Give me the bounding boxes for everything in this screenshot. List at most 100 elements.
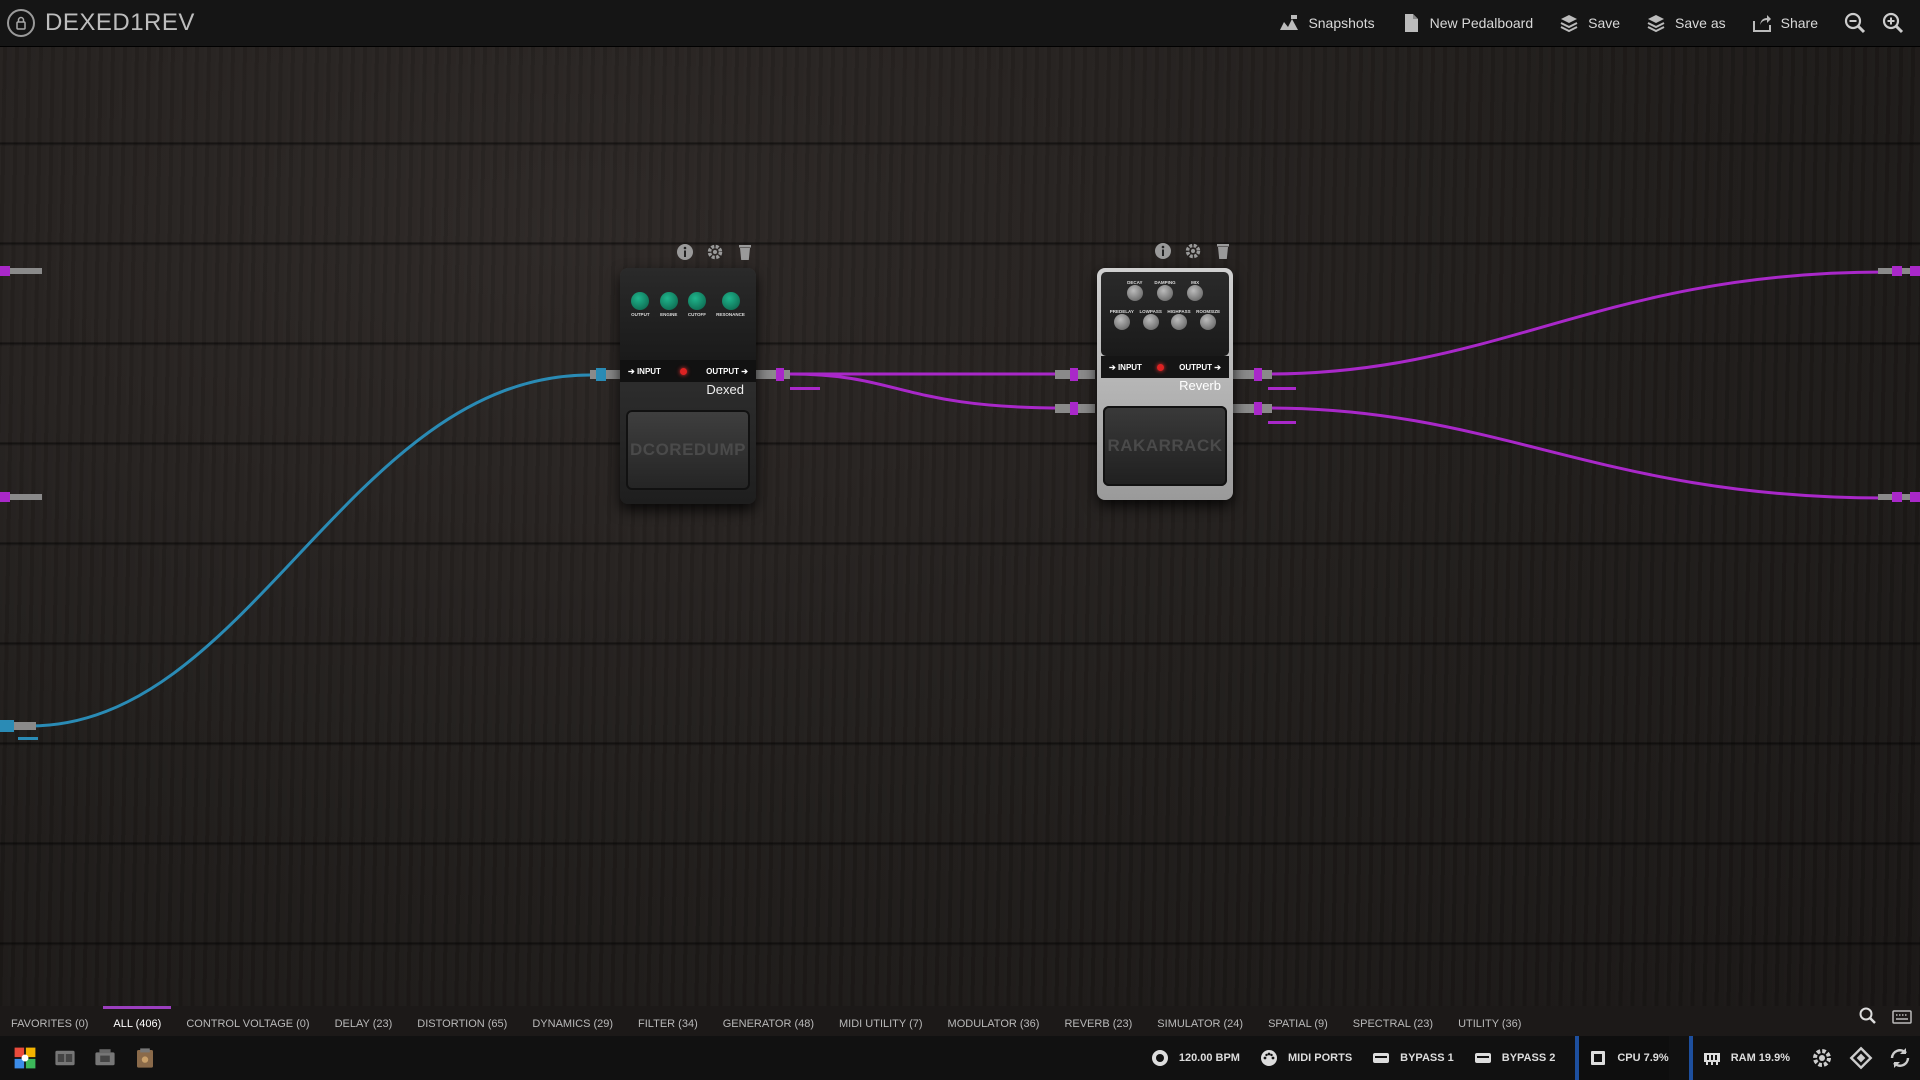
midi-port-icon [1260, 1050, 1277, 1066]
dexed-input-label: ➔ INPUT [628, 366, 661, 376]
reverb-pedal[interactable]: DECAY DAMPING MIX PREDELAY LOWPASS HIGHP… [1097, 268, 1233, 500]
knob-highpass[interactable]: HIGHPASS [1167, 307, 1191, 330]
tempo-control[interactable]: 120.00 BPM [1151, 1036, 1240, 1080]
zoom-in-icon [1882, 12, 1904, 34]
snapshots-button[interactable]: Snapshots [1279, 13, 1375, 33]
reverb-footswitch[interactable]: RAKARRACK [1103, 406, 1227, 486]
ram-icon [1703, 1053, 1720, 1065]
reverb-name: Reverb [1179, 378, 1221, 393]
share-icon [1752, 15, 1771, 32]
knob-cutoff[interactable]: CUTOFF [688, 292, 706, 317]
new-pedalboard-label: New Pedalboard [1429, 15, 1534, 31]
reverb-status-led [1157, 363, 1165, 371]
bypass1-button[interactable]: BYPASS 1 [1372, 1036, 1454, 1080]
keyboard-icon[interactable] [1892, 1010, 1912, 1024]
plugin-store-button[interactable] [10, 1043, 40, 1073]
top-bar: DEXED1REV Snapshots New Pedalboard Save … [0, 0, 1920, 47]
dexed-footswitch[interactable]: DCOREDUMP [626, 410, 750, 490]
tab-delay[interactable]: DELAY (23) [335, 1012, 393, 1030]
reverb-io-row: ➔ INPUT OUTPUT ➔ [1101, 356, 1229, 378]
record-icon [1151, 1050, 1168, 1066]
zoom-out-button[interactable] [1844, 12, 1866, 34]
trash-icon[interactable] [736, 243, 754, 261]
cpu-indicator: CPU 7.9% [1575, 1036, 1669, 1080]
knob-mix[interactable]: MIX [1187, 278, 1204, 301]
pedalboard-library-button[interactable] [50, 1043, 80, 1073]
share-button[interactable]: Share [1752, 13, 1818, 33]
knob-resonance[interactable]: RESONANCE [716, 292, 745, 317]
dexed-name: Dexed [706, 382, 744, 397]
knob-output[interactable]: OUTPUT [631, 292, 650, 317]
zoom-out-icon [1844, 12, 1866, 34]
dexed-status-led [680, 367, 688, 375]
save-as-label: Save as [1675, 15, 1726, 31]
tab-all[interactable]: ALL (406) [103, 1006, 172, 1030]
reverb-knob-panel: DECAY DAMPING MIX PREDELAY LOWPASS HIGHP… [1101, 272, 1229, 356]
midi-ports-button[interactable]: MIDI PORTS [1260, 1036, 1352, 1080]
save-icon [1560, 15, 1578, 33]
zoom-in-button[interactable] [1882, 12, 1904, 34]
knob-lowpass[interactable]: LOWPASS [1139, 307, 1162, 330]
settings-gear-icon[interactable] [1184, 242, 1202, 260]
reverb-brand: RAKARRACK [1107, 436, 1223, 455]
tab-utility[interactable]: UTILITY (36) [1458, 1012, 1521, 1030]
plugin-search-icon[interactable] [1858, 1006, 1878, 1026]
dexed-pedal[interactable]: OUTPUT ENGINE CUTOFF RESONANCE ➔ INPUT O… [620, 268, 756, 504]
save-button[interactable]: Save [1559, 13, 1620, 33]
tab-distortion[interactable]: DISTORTION (65) [417, 1012, 507, 1030]
plugin-category-tabs: FAVORITES (0) ALL (406) CONTROL VOLTAGE … [0, 1006, 1920, 1036]
top-actions: Snapshots New Pedalboard Save Save as Sh… [1279, 0, 1920, 46]
file-manager-button[interactable] [130, 1043, 160, 1073]
bottom-bar: 120.00 BPM MIDI PORTS BYPASS 1 BYPASS 2 … [0, 1036, 1920, 1080]
tab-midi-utility[interactable]: MIDI UTILITY (7) [839, 1012, 923, 1030]
info-icon[interactable] [1154, 242, 1172, 260]
bypass2-button[interactable]: BYPASS 2 [1474, 1036, 1556, 1080]
reverb-output-label: OUTPUT ➔ [1179, 362, 1221, 372]
refresh-icon [1890, 1048, 1910, 1068]
tab-generator[interactable]: GENERATOR (48) [723, 1012, 814, 1030]
tab-spatial[interactable]: SPATIAL (9) [1268, 1012, 1328, 1030]
tab-control-voltage[interactable]: CONTROL VOLTAGE (0) [186, 1012, 309, 1030]
gear-icon [1813, 1049, 1831, 1067]
bank-library-icon [95, 1049, 115, 1066]
new-pedalboard-button[interactable]: New Pedalboard [1401, 13, 1534, 33]
settings-gear-icon[interactable] [706, 243, 724, 261]
cpu-icon [1591, 1051, 1606, 1065]
tab-filter[interactable]: FILTER (34) [638, 1012, 698, 1030]
bypass-icon [1474, 1053, 1491, 1063]
mod-logo-icon[interactable] [7, 9, 35, 37]
info-icon[interactable] [676, 243, 694, 261]
bank-library-button[interactable] [90, 1043, 120, 1073]
tab-favorites[interactable]: FAVORITES (0) [11, 1012, 88, 1030]
tempo-value: 120.00 BPM [1178, 1052, 1240, 1064]
knob-damping[interactable]: DAMPING [1154, 278, 1176, 301]
tab-spectral[interactable]: SPECTRAL (23) [1353, 1012, 1433, 1030]
share-label: Share [1780, 15, 1818, 31]
cloud-button[interactable] [1848, 1036, 1874, 1080]
tab-dynamics[interactable]: DYNAMICS (29) [532, 1012, 613, 1030]
knob-roomsize[interactable]: ROOMSIZE [1196, 307, 1220, 330]
knob-decay[interactable]: DECAY [1126, 278, 1143, 301]
snapshots-label: Snapshots [1308, 15, 1375, 31]
pedalboard-title: DEXED1REV [45, 9, 195, 36]
bypass2-label: BYPASS 2 [1501, 1052, 1556, 1064]
pedalboard-library-icon [55, 1050, 75, 1066]
dexed-knob-panel: OUTPUT ENGINE CUTOFF RESONANCE [620, 268, 756, 360]
save-as-button[interactable]: Save as [1646, 13, 1726, 33]
settings-button[interactable] [1810, 1036, 1834, 1080]
tab-reverb[interactable]: REVERB (23) [1064, 1012, 1132, 1030]
bypass1-label: BYPASS 1 [1400, 1052, 1454, 1064]
diamond-icon [1849, 1046, 1873, 1070]
dexed-io-row: ➔ INPUT OUTPUT ➔ [620, 360, 756, 382]
knob-predelay[interactable]: PREDELAY [1110, 307, 1134, 330]
pedalboard-canvas[interactable] [0, 46, 1920, 1006]
tab-modulator[interactable]: MODULATOR (36) [948, 1012, 1040, 1030]
sync-button[interactable] [1888, 1036, 1912, 1080]
tab-simulator[interactable]: SIMULATOR (24) [1157, 1012, 1243, 1030]
trash-icon[interactable] [1214, 242, 1232, 260]
new-document-icon [1404, 14, 1418, 32]
save-as-icon [1647, 15, 1665, 33]
file-manager-icon [137, 1048, 153, 1068]
knob-engine[interactable]: ENGINE [659, 292, 678, 317]
snapshots-icon [1280, 15, 1299, 30]
